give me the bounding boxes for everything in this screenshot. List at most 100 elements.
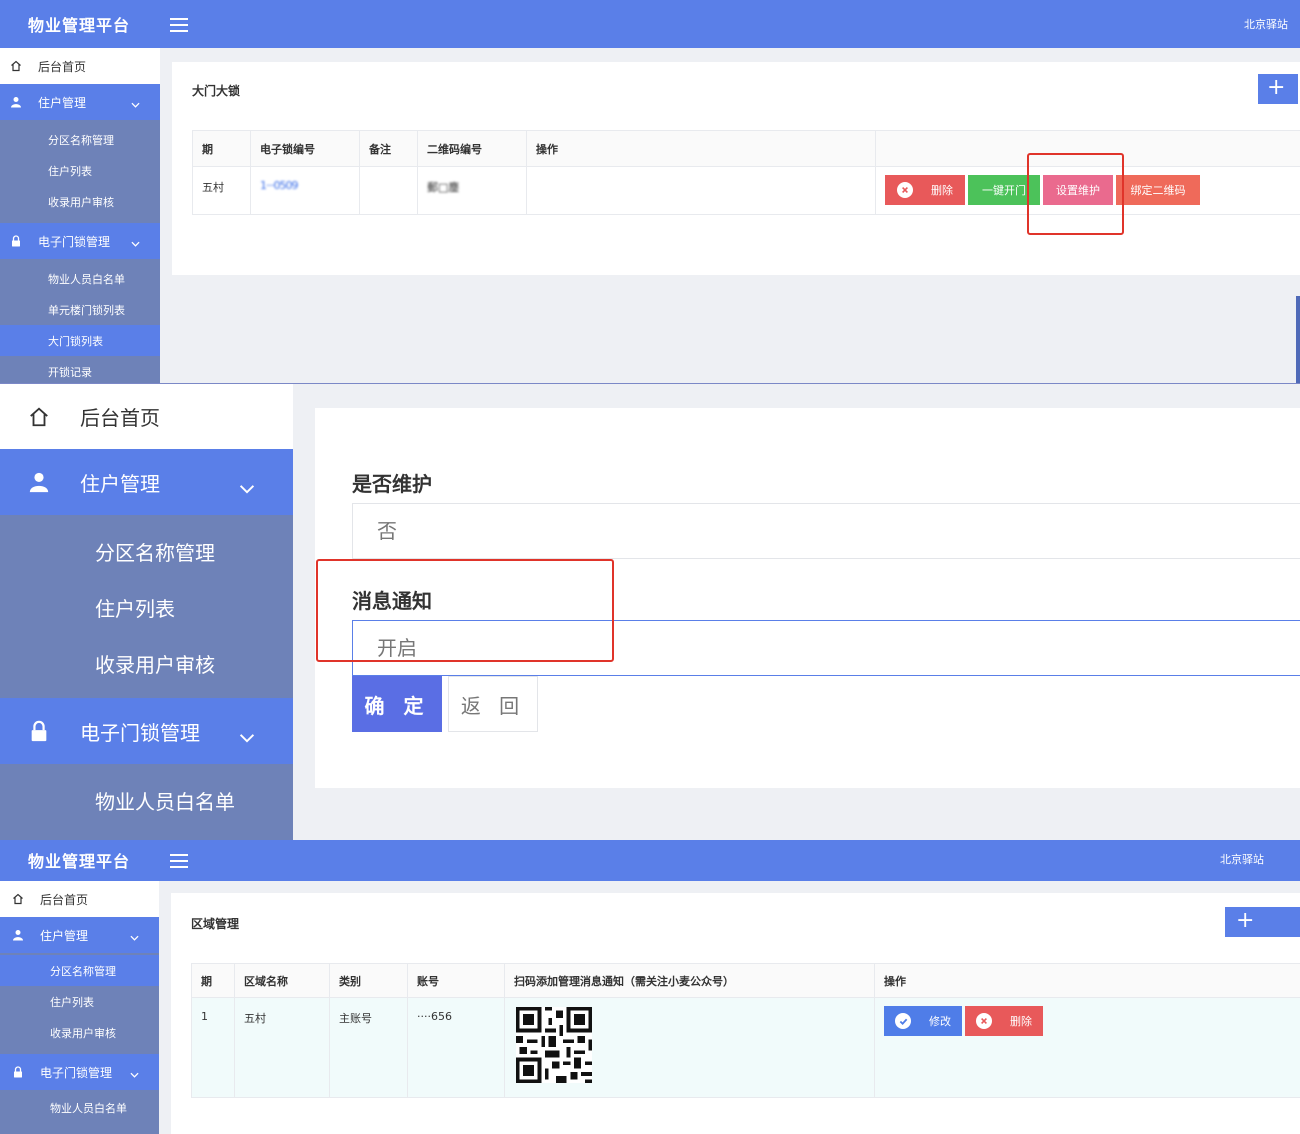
user-icon xyxy=(12,929,24,941)
lock-icon xyxy=(12,1066,24,1078)
close-circle-icon xyxy=(976,1013,992,1029)
sidebar-item-resident-list[interactable]: 住户列表 xyxy=(0,986,159,1017)
delete-button[interactable]: 删除 xyxy=(885,175,965,205)
table-header-row: 期 区域名称 类别 账号 扫码添加管理消息通知（需关注小麦公众号） 操作 xyxy=(191,963,1300,998)
cell-category: 主账号 xyxy=(329,997,408,1098)
area-management-screen: 物业管理平台 北京驿站 后台首页 住户管理 分区名称管理 住户列表 收录用户审核 xyxy=(0,840,1300,1134)
brand-title: 物业管理平台 xyxy=(28,16,131,35)
sidebar-item-zone-names[interactable]: 分区名称管理 xyxy=(0,523,293,579)
bind-qr-button[interactable]: 绑定二维码 xyxy=(1116,175,1200,205)
column-header: 扫码添加管理消息通知（需关注小麦公众号） xyxy=(504,963,875,998)
highlight-box xyxy=(316,559,614,662)
sidebar-item-staff-whitelist[interactable]: 物业人员白名单 xyxy=(0,772,293,828)
page-title: 区域管理 xyxy=(191,917,240,931)
cell-period: 1 xyxy=(191,997,235,1098)
sidebar-group-label: 电子门锁管理 xyxy=(80,720,200,745)
sidebar-item-staff-whitelist[interactable]: 物业人员白名单 xyxy=(0,1092,159,1123)
sidebar: 后台首页 住户管理 分区名称管理 住户列表 收录用户审核 电子门锁管理 物业人员… xyxy=(0,48,160,383)
sidebar-group-label: 住户管理 xyxy=(38,95,87,110)
chevron-down-icon xyxy=(130,930,139,944)
gate-lock-list-screen: 物业管理平台 北京驿站 后台首页 住户管理 分区名称管理 住户列表 收录用户审核 xyxy=(0,0,1300,384)
user-icon xyxy=(28,471,50,493)
sidebar-item-label: 后台首页 xyxy=(38,59,87,74)
table-header-row: 期 电子锁编号 备注 二维码编号 操作 xyxy=(192,130,1300,167)
column-header: 账号 xyxy=(407,963,505,998)
cell-qr xyxy=(504,997,875,1098)
site-name[interactable]: 北京驿站 xyxy=(1244,16,1288,32)
highlight-box xyxy=(1027,153,1124,235)
column-header: 备注 xyxy=(359,130,418,167)
table-row: 五村 1···0509 郵□鏖 删除 一键开门 设置维护 绑定二维码 xyxy=(192,166,1300,215)
gate-lock-table: 期 电子锁编号 备注 二维码编号 操作 五村 1···0509 郵□鏖 删除 一… xyxy=(192,130,1300,215)
column-header: 操作 xyxy=(874,963,1300,998)
brand-title: 物业管理平台 xyxy=(28,852,131,871)
cell-account: ····656 xyxy=(407,997,505,1098)
home-icon xyxy=(10,60,22,72)
sidebar-group-residents[interactable]: 住户管理 xyxy=(0,84,160,120)
sidebar-item-gate-lock-list[interactable]: 大门锁列表 xyxy=(0,325,160,356)
cell-qr-no: 郵□鏖 xyxy=(417,166,527,215)
check-circle-icon xyxy=(895,1013,911,1029)
plus-icon: + xyxy=(1267,75,1286,100)
scroll-indicator xyxy=(1296,296,1300,383)
sidebar: 后台首页 住户管理 分区名称管理 住户列表 收录用户审核 电子门锁管理 物业人员… xyxy=(0,881,159,1134)
site-name[interactable]: 北京驿站 xyxy=(1220,851,1264,867)
sidebar-item-home[interactable]: 后台首页 xyxy=(0,384,293,449)
sidebar-item-label: 后台首页 xyxy=(40,892,89,907)
top-navbar: 物业管理平台 北京驿站 xyxy=(0,0,1300,48)
column-header: 电子锁编号 xyxy=(250,130,360,167)
sidebar-group-residents[interactable]: 住户管理 xyxy=(0,917,159,953)
area-card: 区域管理 + 期 区域名称 类别 账号 扫码添加管理消息通知（需关注小麦公众号）… xyxy=(171,893,1300,1134)
sidebar-item-label: 后台首页 xyxy=(80,406,160,430)
column-header: 区域名称 xyxy=(234,963,330,998)
back-button[interactable]: 返 回 xyxy=(448,676,538,732)
cell-lock-no: 1···0509 xyxy=(250,166,360,215)
sidebar-group-label: 住户管理 xyxy=(80,471,160,496)
delete-button[interactable]: 删除 xyxy=(965,1006,1043,1036)
sidebar-item-unit-lock-list[interactable]: 单元楼门锁列表 xyxy=(0,294,160,325)
column-header: 类别 xyxy=(329,963,408,998)
sidebar-item-staff-whitelist[interactable]: 物业人员白名单 xyxy=(0,263,160,294)
top-navbar: 物业管理平台 北京驿站 xyxy=(0,840,1300,881)
column-header: 期 xyxy=(192,130,251,167)
sidebar-item-home[interactable]: 后台首页 xyxy=(0,881,159,917)
lock-icon xyxy=(10,235,22,247)
cell-area-name: 五村 xyxy=(234,997,330,1098)
column-header: 操作 xyxy=(526,130,876,167)
add-button[interactable]: + xyxy=(1258,74,1298,104)
chevron-down-icon xyxy=(239,475,255,499)
area-table: 期 区域名称 类别 账号 扫码添加管理消息通知（需关注小麦公众号） 操作 1 五… xyxy=(191,963,1300,1098)
sidebar-item-home[interactable]: 后台首页 xyxy=(0,48,160,84)
sidebar-item-resident-list[interactable]: 住户列表 xyxy=(0,579,293,635)
sidebar-group-locks[interactable]: 电子门锁管理 xyxy=(0,1054,159,1090)
menu-toggle-icon[interactable] xyxy=(170,850,188,870)
sidebar-item-resident-list[interactable]: 住户列表 xyxy=(0,155,160,186)
sidebar-group-locks[interactable]: 电子门锁管理 xyxy=(0,698,293,764)
user-icon xyxy=(10,96,22,108)
chevron-down-icon xyxy=(239,724,255,748)
table-row: 1 五村 主账号 ····656 修改 删除 xyxy=(191,997,1300,1098)
chevron-down-icon xyxy=(130,1067,139,1081)
gate-lock-card: 大门大锁 + 期 电子锁编号 备注 二维码编号 操作 五村 1···0509 郵… xyxy=(172,62,1300,275)
close-circle-icon xyxy=(897,182,913,198)
chevron-down-icon xyxy=(131,236,140,250)
sidebar: 后台首页 住户管理 分区名称管理 住户列表 收录用户审核 电子门锁管理 物业人员… xyxy=(0,384,293,840)
maintain-select[interactable]: 否 xyxy=(352,503,1300,559)
confirm-button[interactable]: 确 定 xyxy=(352,676,442,732)
menu-toggle-icon[interactable] xyxy=(170,14,188,34)
maintain-label: 是否维护 xyxy=(352,472,432,496)
sidebar-item-user-review[interactable]: 收录用户审核 xyxy=(0,186,160,217)
sidebar-item-zone-names[interactable]: 分区名称管理 xyxy=(0,124,160,155)
edit-button[interactable]: 修改 xyxy=(884,1006,962,1036)
sidebar-item-unlock-records[interactable]: 开锁记录 xyxy=(0,356,160,383)
sidebar-group-label: 电子门锁管理 xyxy=(38,234,111,249)
sidebar-group-locks[interactable]: 电子门锁管理 xyxy=(0,223,160,259)
add-button[interactable]: + xyxy=(1225,907,1300,937)
sidebar-item-zone-names[interactable]: 分区名称管理 xyxy=(0,955,159,986)
sidebar-item-user-review[interactable]: 收录用户审核 xyxy=(0,635,293,691)
maintenance-form-screen: 后台首页 住户管理 分区名称管理 住户列表 收录用户审核 电子门锁管理 物业人员… xyxy=(0,384,1300,840)
sidebar-group-residents[interactable]: 住户管理 xyxy=(0,449,293,515)
chevron-down-icon xyxy=(131,97,140,111)
sidebar-item-user-review[interactable]: 收录用户审核 xyxy=(0,1017,159,1048)
column-header: 二维码编号 xyxy=(417,130,527,167)
